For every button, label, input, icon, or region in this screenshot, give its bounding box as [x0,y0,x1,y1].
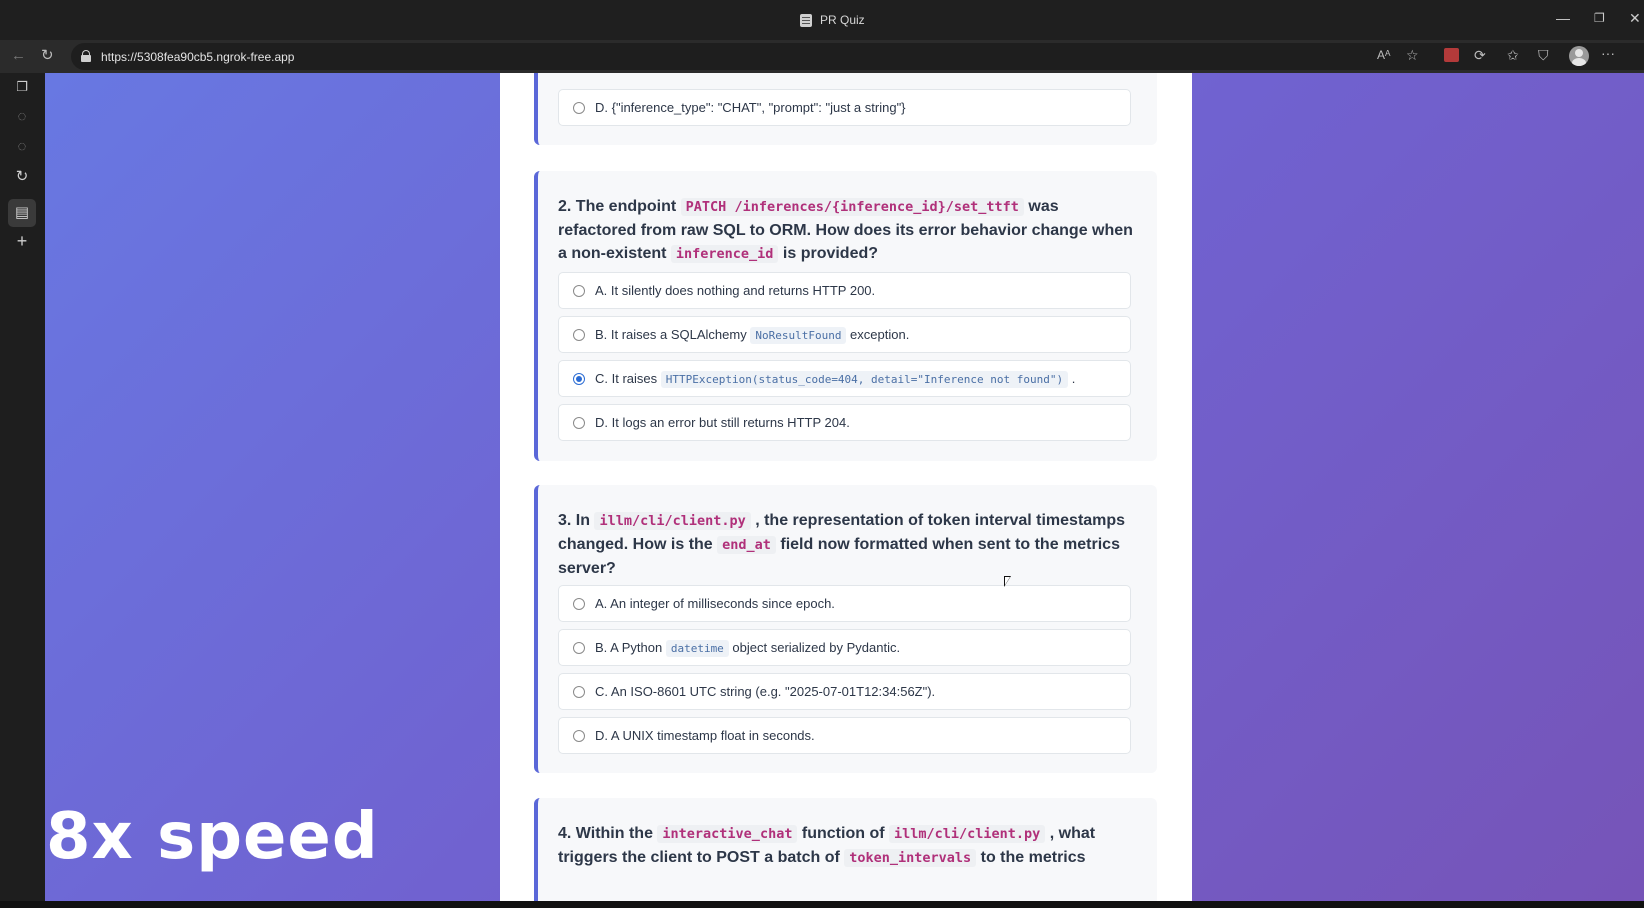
q3-option-b[interactable]: B. A Python datetime object serialized b… [558,629,1131,666]
inline-code: end_at [717,536,776,554]
extension-refresh-icon[interactable]: ⟳ [1474,47,1486,63]
back-icon[interactable]: ← [11,48,26,64]
inline-code: HTTPException(status_code=404, detail="I… [660,371,1069,388]
option-label: B. A Python datetime object serialized b… [595,640,901,657]
radio-button[interactable] [573,285,585,297]
inline-code: illm/cli/client.py [594,512,751,530]
option-label: B. It raises a SQLAlchemy NoResultFound … [595,327,910,344]
vertical-tabs-sidebar: ❐ ◌ ◌ ↻ ▤ + [0,73,45,908]
q2-option-c[interactable]: C. It raises HTTPException(status_code=4… [558,360,1131,397]
q1-option-d[interactable]: D. {"inference_type": "CHAT", "prompt": … [558,89,1131,126]
window-titlebar: PR Quiz — ❐ ✕ [0,0,1644,40]
option-label: A. It silently does nothing and returns … [595,283,876,298]
new-tab-icon[interactable]: + [13,232,31,250]
question-text-2: 2. The endpoint PATCH /inferences/{infer… [558,195,1138,266]
option-label: D. It logs an error but still returns HT… [595,415,850,430]
question-text: to the metrics [976,849,1086,866]
radio-button[interactable] [573,417,585,429]
window-bottom-edge [0,901,1644,908]
q3-option-c[interactable]: C. An ISO-8601 UTC string (e.g. "2025-07… [558,673,1131,710]
browser-toolbar: ← ↻ https://5308fea90cb5.ngrok-free.app … [0,40,1644,73]
favorites-icon[interactable]: ✩ [1507,47,1519,63]
more-options-icon[interactable]: ··· [1601,45,1615,61]
inline-code: PATCH /inferences/{inference_id}/set_ttf… [680,198,1024,216]
inline-code: token_intervals [844,849,977,867]
option-label-text: . [1068,371,1076,386]
question-text: is provided? [778,245,879,262]
radio-button[interactable] [573,686,585,698]
question-text: 3. In [558,512,595,529]
playback-speed-overlay: 8x speed [46,800,379,874]
q2-option-a[interactable]: A. It silently does nothing and returns … [558,272,1131,309]
question-card-2: 2. The endpoint PATCH /inferences/{infer… [534,171,1157,461]
window-title: PR Quiz [800,13,865,27]
option-label: D. A UNIX timestamp float in seconds. [595,728,815,743]
q2-option-b[interactable]: B. It raises a SQLAlchemy NoResultFound … [558,316,1131,353]
option-label: D. {"inference_type": "CHAT", "prompt": … [595,100,906,115]
q3-option-a[interactable]: A. An integer of milliseconds since epoc… [558,585,1131,622]
radio-button[interactable] [573,642,585,654]
url-text[interactable]: https://5308fea90cb5.ngrok-free.app [101,50,294,64]
question-text: function of [797,825,889,842]
option-label-text: B. A Python [595,640,666,655]
restore-icon[interactable]: ❐ [1594,11,1605,25]
question-text-4: 4. Within the interactive_chat function … [558,822,1138,870]
radio-button[interactable] [573,102,585,114]
radio-button-selected[interactable] [573,373,585,385]
inline-code: interactive_chat [657,825,798,843]
option-label-text: object serialized by Pydantic. [728,640,901,655]
inline-code: NoResultFound [750,327,847,344]
q3-option-d[interactable]: D. A UNIX timestamp float in seconds. [558,717,1131,754]
mouse-cursor-icon [1004,576,1011,587]
quiz-container: D. {"inference_type": "CHAT", "prompt": … [500,73,1192,901]
tab-loading-icon-2[interactable]: ◌ [13,138,31,156]
inline-code: inference_id [670,245,779,263]
read-aloud-icon[interactable]: Aᴬ [1377,47,1390,63]
radio-button[interactable] [573,329,585,341]
inline-code: illm/cli/client.py [888,825,1046,843]
profile-avatar[interactable] [1569,46,1589,66]
q2-option-d[interactable]: D. It logs an error but still returns HT… [558,404,1131,441]
inline-code: datetime [665,640,729,657]
minimize-icon[interactable]: — [1556,11,1570,25]
question-card-3: 3. In illm/cli/client.py , the represent… [534,485,1157,773]
page-viewport: D. {"inference_type": "CHAT", "prompt": … [45,73,1644,901]
browser-essentials-icon[interactable]: ⛉ [1538,47,1549,63]
question-card-1: D. {"inference_type": "CHAT", "prompt": … [534,73,1157,145]
option-label: A. An integer of milliseconds since epoc… [595,596,835,611]
tab-refresh-icon[interactable]: ↻ [13,168,31,186]
question-text: 2. The endpoint [558,198,681,215]
option-label: C. It raises HTTPException(status_code=4… [595,371,1076,388]
question-text-3: 3. In illm/cli/client.py , the represent… [558,509,1138,580]
document-icon [800,13,812,27]
question-text: 4. Within the [558,825,658,842]
close-icon[interactable]: ✕ [1629,11,1641,25]
tab-actions-icon[interactable]: ❐ [13,78,31,96]
option-label-text: exception. [846,327,910,342]
tab-quiz-icon[interactable]: ▤ [13,204,31,222]
lock-icon[interactable] [81,50,91,62]
favorite-star-icon[interactable]: ☆ [1406,47,1419,63]
refresh-icon[interactable]: ↻ [41,48,54,64]
screen: PR Quiz — ❐ ✕ ← ↻ https://5308fea90cb5.n… [0,0,1644,908]
option-label: C. An ISO-8601 UTC string (e.g. "2025-07… [595,684,936,699]
option-label-text: C. It raises [595,371,661,386]
extension-icon[interactable] [1444,48,1459,62]
tab-loading-icon[interactable]: ◌ [13,108,31,126]
option-label-text: B. It raises a SQLAlchemy [595,327,751,342]
radio-button[interactable] [573,730,585,742]
question-card-4: 4. Within the interactive_chat function … [534,798,1157,901]
radio-button[interactable] [573,598,585,610]
window-title-text: PR Quiz [820,13,865,27]
